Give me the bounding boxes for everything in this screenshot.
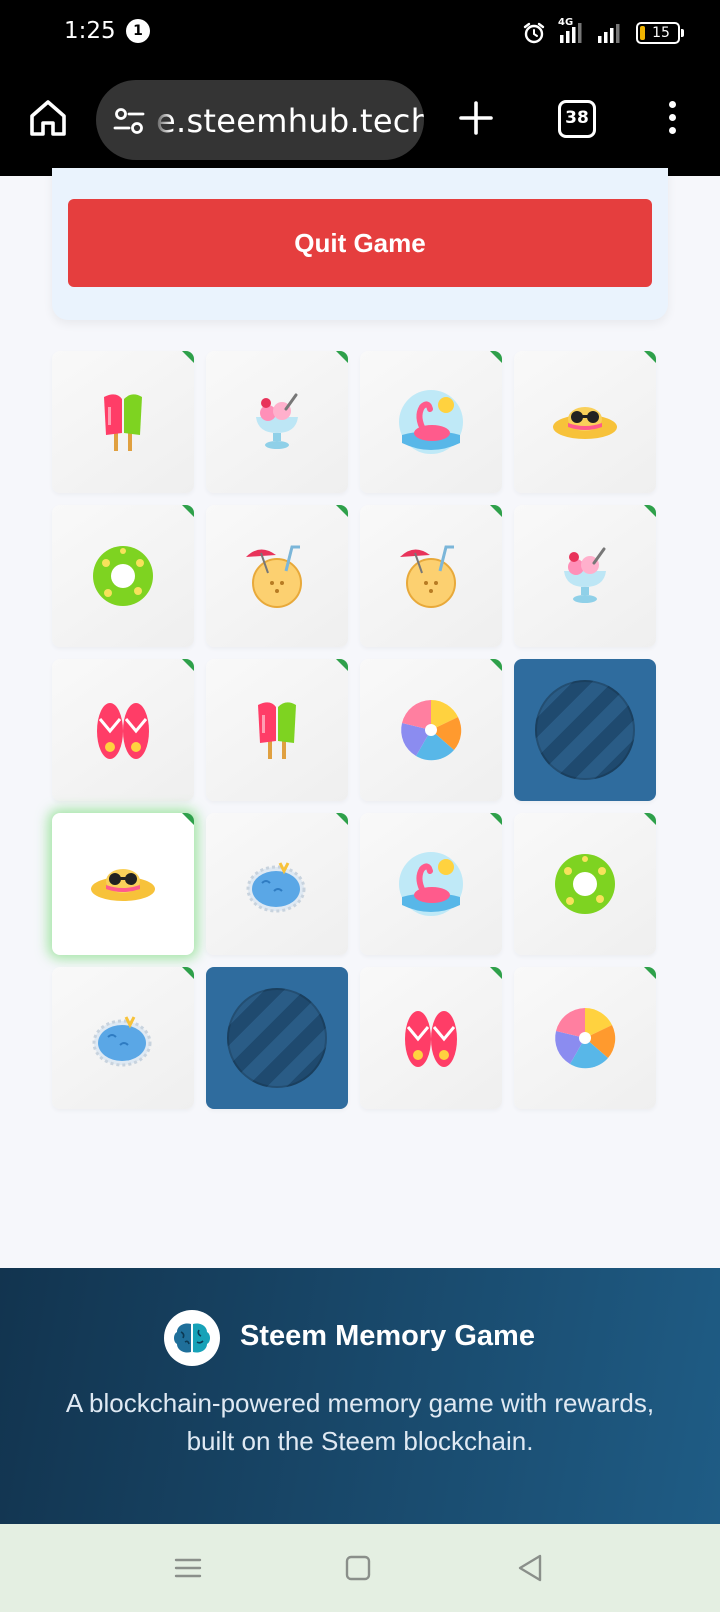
matched-corner-marker [490, 505, 502, 517]
site-settings-icon[interactable] [112, 104, 146, 138]
memory-card[interactable] [206, 967, 348, 1109]
memory-card[interactable] [206, 505, 348, 647]
more-menu-icon[interactable] [660, 98, 684, 138]
status-icons: 4G 15 [522, 17, 684, 46]
matched-corner-marker [490, 351, 502, 363]
card-back-icon [227, 988, 327, 1088]
matched-corner-marker [490, 967, 502, 979]
matched-corner-marker [336, 505, 348, 517]
matched-corner-marker [336, 351, 348, 363]
cellular-4g-icon: 4G [556, 17, 586, 45]
memory-card[interactable] [206, 813, 348, 955]
game-controls-card: Quit Game [52, 168, 668, 320]
memory-card[interactable] [360, 505, 502, 647]
memory-card[interactable] [52, 505, 194, 647]
memory-card[interactable] [206, 659, 348, 801]
memory-card[interactable] [206, 351, 348, 493]
home-icon[interactable] [26, 96, 70, 140]
matched-corner-marker [644, 813, 656, 825]
home-nav-icon[interactable] [342, 1552, 374, 1584]
footer-title: Steem Memory Game [240, 1320, 535, 1352]
matched-corner-marker [182, 351, 194, 363]
notification-badge: 1 [126, 19, 150, 43]
brain-logo-icon [164, 1310, 220, 1366]
memory-card[interactable] [514, 351, 656, 493]
url-fade [152, 80, 172, 160]
matched-corner-marker [182, 967, 194, 979]
matched-corner-marker [490, 813, 502, 825]
matched-corner-marker [182, 505, 194, 517]
quit-game-button[interactable]: Quit Game [68, 199, 652, 287]
status-time: 1:25 [64, 18, 116, 44]
tab-count-button[interactable]: 38 [558, 100, 596, 138]
browser-toolbar: e.steemhub.tech 38 [0, 66, 720, 176]
matched-corner-marker [182, 813, 194, 825]
matched-corner-marker [182, 659, 194, 671]
memory-card[interactable] [52, 351, 194, 493]
matched-corner-marker [490, 659, 502, 671]
matched-corner-marker [644, 505, 656, 517]
back-nav-icon[interactable] [514, 1552, 546, 1584]
address-bar[interactable]: e.steemhub.tech [96, 80, 424, 160]
recent-apps-icon[interactable] [172, 1552, 204, 1584]
memory-card[interactable] [514, 659, 656, 801]
memory-card[interactable] [360, 967, 502, 1109]
matched-corner-marker [336, 659, 348, 671]
footer: Steem Memory Game A blockchain-powered m… [0, 1268, 720, 1524]
battery-icon: 15 [636, 22, 684, 44]
battery-level: 15 [652, 25, 670, 41]
memory-card[interactable] [360, 659, 502, 801]
alarm-icon [523, 22, 545, 44]
signal-icon [598, 24, 620, 43]
matched-corner-marker [644, 351, 656, 363]
matched-corner-marker [644, 967, 656, 979]
card-back-icon [535, 680, 635, 780]
system-nav-bar [0, 1524, 720, 1612]
matched-corner-marker [336, 813, 348, 825]
memory-card[interactable] [52, 813, 194, 955]
footer-description: A blockchain-powered memory game with re… [65, 1388, 655, 1456]
memory-card[interactable] [52, 659, 194, 801]
url-text[interactable]: e.steemhub.tech [156, 102, 424, 140]
memory-card[interactable] [52, 967, 194, 1109]
new-tab-icon[interactable] [456, 98, 496, 138]
status-bar: 1:25 1 4G 15 [0, 0, 720, 66]
memory-card[interactable] [360, 351, 502, 493]
memory-card[interactable] [514, 813, 656, 955]
memory-card[interactable] [514, 505, 656, 647]
memory-card[interactable] [360, 813, 502, 955]
memory-card[interactable] [514, 967, 656, 1109]
